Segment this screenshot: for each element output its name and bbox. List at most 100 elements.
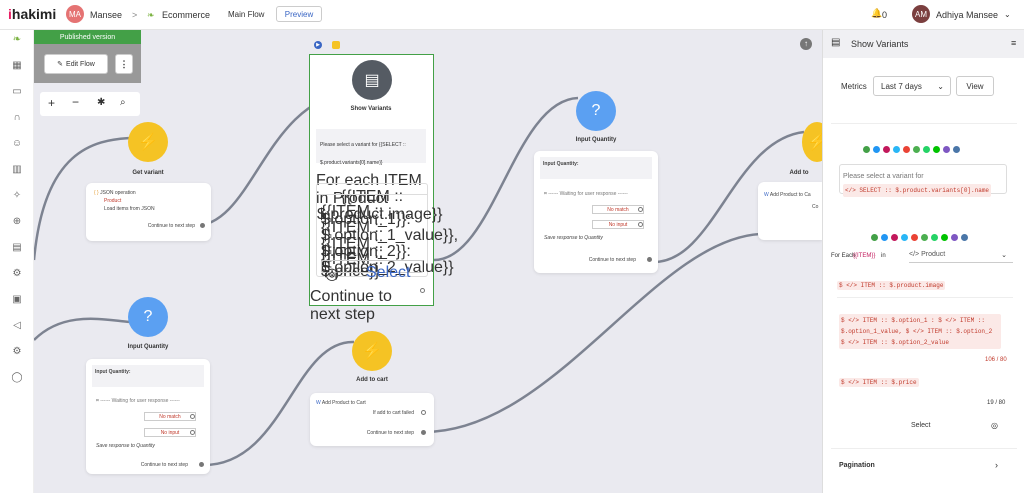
flow-canvas[interactable]: Published version ✎ Edit Flow ⋮ + − ✱ ⌕ ↑… — [34, 30, 832, 493]
chevron-down-icon[interactable]: ⌄ — [1004, 10, 1011, 19]
book-icon[interactable]: ▥ — [11, 164, 23, 176]
node-title-get-variant: Get variant — [132, 170, 164, 176]
sparkle-icon[interactable]: ✧ — [11, 190, 23, 202]
zoom-in-icon[interactable]: + — [48, 96, 55, 110]
edit-flow-button[interactable]: ✎ Edit Flow — [44, 54, 108, 74]
add-product-text: W Add Product to Ca — [764, 192, 811, 198]
select-variable-chip[interactable]: </> SELECT :: $.product.variants[0].name — [843, 184, 992, 197]
auto-layout-icon[interactable]: ✱ — [97, 97, 105, 108]
project-name[interactable]: Ecommerce — [162, 10, 210, 20]
output-port[interactable] — [199, 462, 204, 467]
brand-logo[interactable]: ihakimi — [8, 6, 56, 22]
properties-panel: ▤ Show Variants ≡ Metrics Last 7 days ⌄ V… — [822, 30, 1024, 493]
settings-icon[interactable]: ⚙ — [11, 346, 23, 358]
node-title-input-quantity: Input Quantity — [127, 344, 169, 350]
webhook-icon: W — [316, 400, 321, 406]
image-variable-chip[interactable]: $ </> ITEM :: $.product.image — [837, 281, 946, 290]
node-add-to-cart[interactable]: W Add Product to Cart If add to cart fai… — [310, 393, 434, 446]
more-button[interactable]: ⋮ — [115, 54, 133, 74]
node-add-to[interactable]: W Add Product to Ca Co — [758, 182, 822, 240]
flow-name[interactable]: Main Flow — [228, 10, 264, 19]
left-sidebar: ❧ ▦ ▭ ∩ ☺ ▥ ✧ ⊕ ▤ ⚙ ▣ ◁ ⚙ ◯ — [0, 30, 34, 493]
monitor-icon[interactable]: ▭ — [11, 86, 23, 98]
source-select[interactable]: </> Product ⌄ — [909, 249, 1013, 263]
chevron-right-icon[interactable]: › — [995, 460, 998, 470]
no-match-option[interactable]: No match — [592, 205, 644, 214]
zoom-out-icon[interactable]: − — [72, 95, 79, 109]
output-port[interactable] — [190, 430, 195, 435]
workspace-name[interactable]: Mansee — [90, 10, 122, 20]
select-button-label[interactable]: Select — [911, 422, 930, 429]
wechat-icon — [921, 234, 928, 241]
table-icon[interactable]: ▤ — [11, 242, 23, 254]
continue-text: Continue to next step — [310, 288, 392, 323]
no-match-option[interactable]: No match — [144, 412, 196, 421]
preview-button[interactable]: Preview — [276, 6, 322, 22]
continue-text: Continue to next step — [366, 430, 414, 436]
node-title-input-quantity: Input Quantity — [575, 137, 617, 143]
output-port[interactable] — [421, 410, 426, 415]
arrow-up-icon[interactable]: ↑ — [800, 38, 812, 50]
workspace-avatar[interactable]: MA — [66, 5, 84, 23]
save-response-text: Save response to Quantity — [96, 443, 155, 449]
chat-channel-icon — [871, 234, 878, 241]
lightning-icon[interactable]: ⚡ — [128, 122, 168, 162]
telegram-icon — [901, 234, 908, 241]
chat-flows-icon[interactable]: ❧ — [11, 34, 23, 46]
node-show-variants[interactable]: ▤ Show Variants Please select a variant … — [309, 54, 458, 323]
period-select[interactable]: Last 7 days ⌄ — [873, 76, 951, 96]
output-port[interactable] — [638, 207, 643, 212]
save-response-text: Save response to Quantity — [544, 235, 603, 241]
metrics-label: Metrics — [841, 82, 867, 91]
no-input-option[interactable]: No input — [592, 220, 644, 229]
globe-icon[interactable]: ⊕ — [11, 216, 23, 228]
no-input-option[interactable]: No input — [144, 428, 196, 437]
menu-icon[interactable]: ≡ — [1011, 38, 1016, 48]
output-port[interactable] — [420, 288, 425, 293]
view-button[interactable]: View — [956, 76, 994, 96]
pagination-label[interactable]: Pagination — [839, 462, 875, 469]
vk-icon — [953, 146, 960, 153]
user-icon[interactable]: ☺ — [11, 138, 23, 150]
node-input-quantity-2[interactable]: Input Quantity: ⌗ ------ Waiting for use… — [86, 359, 210, 474]
output-port[interactable] — [647, 257, 652, 262]
help-chat-icon[interactable]: ◯ — [11, 372, 23, 384]
chevron-down-icon: ⌄ — [1001, 252, 1007, 259]
bell-icon[interactable]: 🔔 — [871, 8, 882, 19]
play-icon[interactable]: ▶ — [314, 41, 322, 49]
user-avatar[interactable]: AM — [912, 5, 930, 23]
message-editor[interactable]: Please select a variant for </> SELECT :… — [839, 164, 1007, 197]
instagram-icon — [883, 146, 890, 153]
gear-outline-icon[interactable]: ⚙ — [11, 268, 23, 280]
user-name[interactable]: Adhiya Mansee — [936, 10, 998, 20]
node-get-variant[interactable]: { } JSON operation Product Load items fr… — [86, 183, 211, 241]
continue-text: Continue to next step — [140, 462, 188, 468]
input-label: Input Quantity: — [92, 365, 204, 387]
brackets-icon: { } — [94, 190, 99, 196]
canvas-tools: + − ✱ ⌕ — [40, 92, 140, 116]
output-port[interactable] — [190, 414, 195, 419]
output-port[interactable] — [638, 222, 643, 227]
archive-icon[interactable]: ▣ — [11, 294, 23, 306]
dashboard-icon[interactable]: ▦ — [11, 60, 23, 72]
note-icon[interactable] — [332, 41, 340, 49]
messenger-icon — [873, 146, 880, 153]
variant-card: {{ITEM :: $.product.image}} {{ITEM :: $.… — [316, 183, 458, 283]
search-icon[interactable]: ⌕ — [120, 97, 126, 108]
node-input-quantity-1[interactable]: Input Quantity: ⌗ ------ Waiting for use… — [534, 151, 658, 273]
output-port[interactable] — [200, 223, 205, 228]
node-title-add-to: Add to — [789, 170, 809, 176]
price-variable-chip[interactable]: $ </> ITEM :: $.price — [839, 378, 919, 387]
image-field[interactable]: $ </> ITEM :: $.product.image — [837, 271, 1013, 298]
megaphone-icon[interactable]: ◁ — [11, 320, 23, 332]
options-editor[interactable]: $ </> ITEM :: $.option_1 : $ </> ITEM ::… — [839, 314, 1001, 352]
continue-text: Continue to next step — [147, 223, 195, 229]
output-port[interactable] — [421, 430, 426, 435]
notification-count: 0 — [882, 10, 888, 20]
headset-icon[interactable]: ∩ — [11, 112, 23, 124]
leaf-icon: ❧ — [147, 10, 155, 20]
whatsapp-icon — [931, 234, 938, 241]
select-button[interactable]: ◎ Select — [321, 260, 423, 283]
price-editor[interactable]: $ </> ITEM :: $.price — [839, 367, 1001, 397]
json-operation-label: { } JSON operation — [94, 190, 136, 196]
